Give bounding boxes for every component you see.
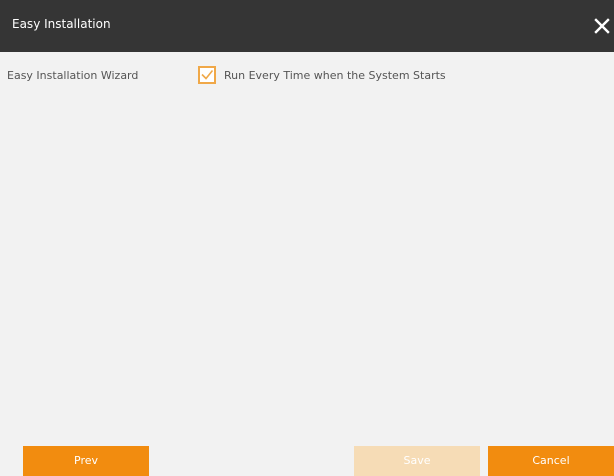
checkmark-icon <box>201 69 214 80</box>
run-every-time-option[interactable]: Run Every Time when the System Starts <box>198 66 446 84</box>
settings-panel: Easy Installation Wizard Run Every Time … <box>0 52 614 424</box>
cancel-button[interactable]: Cancel <box>488 446 614 476</box>
close-icon[interactable] <box>590 14 614 38</box>
title-bar: Easy Installation <box>0 0 614 52</box>
easy-installation-dialog: Easy Installation Easy Installation Wiza… <box>0 0 614 476</box>
run-every-time-label: Run Every Time when the System Starts <box>224 68 446 82</box>
save-button[interactable]: Save <box>354 446 480 476</box>
run-every-time-checkbox[interactable] <box>198 66 216 84</box>
button-bar: Prev Save Cancel <box>0 446 614 476</box>
prev-button[interactable]: Prev <box>23 446 149 476</box>
dialog-title: Easy Installation <box>12 17 111 31</box>
wizard-label: Easy Installation Wizard <box>7 69 139 82</box>
